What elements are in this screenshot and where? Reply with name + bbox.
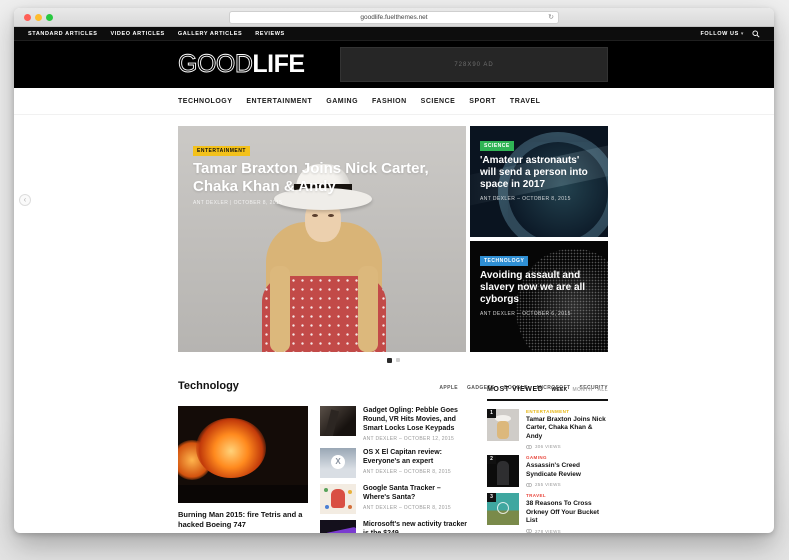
eye-icon: [526, 482, 532, 487]
minimize-window-button[interactable]: [35, 14, 42, 21]
logo-bold-part: LIFE: [252, 50, 305, 78]
browser-titlebar: goodlife.fuelthemes.net ↻: [14, 8, 774, 27]
article-thumbnail: [320, 406, 356, 436]
article-title[interactable]: Avoiding assault and slavery now we are …: [480, 270, 598, 306]
nav-entertainment[interactable]: ENTERTAINMENT: [246, 98, 312, 105]
article-title[interactable]: 'Amateur astronauts' will send a person …: [480, 155, 598, 191]
article-title[interactable]: OS X El Capitan review: Everyone's an ex…: [363, 448, 467, 466]
article-meta: ANT DEXLER – OCTOBER 8, 2015: [363, 505, 451, 512]
category-label[interactable]: ENTERTAINMENT: [526, 409, 608, 414]
tab-all[interactable]: ALL: [597, 387, 608, 393]
most-viewed-item[interactable]: 1 ENTERTAINMENT Tamar Braxton Joins Nick…: [487, 409, 608, 449]
nav-travel[interactable]: TRAVEL: [510, 98, 540, 105]
most-viewed-header: MOST VIEWED WEEK MONTH ALL: [487, 386, 608, 401]
ad-banner[interactable]: 728X90 AD: [340, 47, 608, 82]
article-meta: ANT DEXLER – OCTOBER 12, 2015: [363, 436, 455, 443]
article-title[interactable]: Google Santa Tracker – Where's Santa?: [363, 484, 467, 502]
feature-photo: [178, 406, 308, 503]
technology-article-list: Gadget Ogling: Pebble Goes Round, VR Hit…: [320, 406, 467, 533]
article-thumbnail: X: [320, 448, 356, 479]
list-item[interactable]: Google Santa Tracker – Where's Santa? AN…: [320, 484, 467, 515]
nav-gaming[interactable]: GAMING: [326, 98, 358, 105]
utilnav-gallery-articles[interactable]: GALLERY ARTICLES: [178, 31, 242, 37]
filter-apple[interactable]: APPLE: [439, 385, 458, 391]
list-item[interactable]: Microsoft's new activity tracker is the …: [320, 520, 467, 533]
views-count: 306 VIEWS: [526, 444, 608, 449]
address-bar[interactable]: goodlife.fuelthemes.net ↻: [229, 11, 559, 24]
zoom-window-button[interactable]: [46, 14, 53, 21]
close-window-button[interactable]: [24, 14, 31, 21]
url-text: goodlife.fuelthemes.net: [360, 14, 428, 21]
most-viewed-item[interactable]: 2 GAMING Assassin's Creed Syndicate Revi…: [487, 455, 608, 488]
site-header: GOODLIFE 728X90 AD: [14, 41, 774, 88]
article-thumbnail: [320, 484, 356, 515]
chevron-down-icon: ▾: [740, 30, 744, 37]
nav-sport[interactable]: SPORT: [469, 98, 496, 105]
article-title[interactable]: Burning Man 2015: fire Tetris and a hack…: [178, 510, 308, 530]
slider-dot[interactable]: [395, 358, 400, 362]
article-meta: ANT DEXLER – OCTOBER 8, 2015: [480, 196, 571, 202]
category-badge[interactable]: TECHNOLOGY: [480, 256, 529, 266]
browser-window: goodlife.fuelthemes.net ↻ STANDARD ARTIC…: [14, 8, 774, 533]
follow-us-menu[interactable]: FOLLOW US ▾: [700, 31, 744, 37]
site-logo[interactable]: GOODLIFE: [178, 50, 306, 78]
utilnav-video-articles[interactable]: VIDEO ARTICLES: [110, 31, 164, 37]
article-meta: ANT DEXLER | OCTOBER 8, 2015: [193, 200, 283, 207]
window-controls: [24, 14, 53, 21]
most-viewed-item[interactable]: 3 TRAVEL 38 Reasons To Cross Orkney Off …: [487, 493, 608, 533]
most-viewed-widget: MOST VIEWED WEEK MONTH ALL 1 ENTERTAINME…: [487, 386, 608, 533]
eye-icon: [526, 529, 532, 533]
category-badge[interactable]: ENTERTAINMENT: [193, 146, 250, 156]
article-title[interactable]: Assassin's Creed Syndicate Review: [526, 462, 608, 479]
article-thumbnail: 3: [487, 493, 519, 526]
reload-icon[interactable]: ↻: [548, 12, 554, 23]
nav-technology[interactable]: TECHNOLOGY: [178, 98, 232, 105]
most-viewed-tabs: WEEK MONTH ALL: [551, 387, 608, 393]
nav-fashion[interactable]: FASHION: [372, 98, 407, 105]
ad-placeholder-label: 728X90 AD: [454, 61, 494, 68]
article-meta: ANT DEXLER – OCTOBER 8, 2015: [363, 469, 451, 476]
views-count: 255 VIEWS: [526, 482, 608, 487]
widget-title: MOST VIEWED: [487, 386, 544, 393]
eye-icon: [526, 444, 532, 449]
utilnav-standard-articles[interactable]: STANDARD ARTICLES: [28, 31, 97, 37]
slider-dot-active[interactable]: [386, 357, 392, 363]
main-nav: TECHNOLOGY ENTERTAINMENT GAMING FASHION …: [14, 88, 774, 115]
views-count: 278 VIEWS: [526, 529, 608, 533]
category-label[interactable]: TRAVEL: [526, 493, 608, 498]
nav-science[interactable]: SCIENCE: [421, 98, 456, 105]
hero-technology-article[interactable]: TECHNOLOGY Avoiding assault and slavery …: [470, 241, 608, 352]
article-thumbnail: 1: [487, 409, 519, 441]
slider-pagination: [178, 357, 608, 363]
article-thumbnail: [320, 520, 356, 533]
logo-thin-part: GOOD: [178, 50, 254, 78]
tab-month[interactable]: MONTH: [573, 387, 593, 393]
section-title: Technology: [178, 380, 239, 392]
article-title[interactable]: Gadget Ogling: Pebble Goes Round, VR Hit…: [363, 406, 467, 433]
list-item[interactable]: X OS X El Capitan review: Everyone's an …: [320, 448, 467, 479]
utility-nav: STANDARD ARTICLES VIDEO ARTICLES GALLERY…: [14, 27, 774, 41]
hero-science-article[interactable]: SCIENCE 'Amateur astronauts' will send a…: [470, 126, 608, 237]
article-title[interactable]: Microsoft's new activity tracker is the …: [363, 520, 467, 533]
rank-badge: 1: [487, 409, 496, 418]
list-item[interactable]: Gadget Ogling: Pebble Goes Round, VR Hit…: [320, 406, 467, 442]
article-title[interactable]: 38 Reasons To Cross Orkney Off Your Buck…: [526, 500, 608, 525]
article-title[interactable]: Tamar Braxton Joins Nick Carter, Chaka K…: [526, 416, 608, 441]
rank-badge: 3: [487, 493, 496, 503]
category-badge[interactable]: SCIENCE: [480, 141, 514, 151]
article-meta: ANT DEXLER – OCTOBER 6, 2015: [480, 311, 571, 317]
article-title[interactable]: Tamar Braxton Joins Nick Carter, Chaka K…: [193, 160, 445, 195]
technology-feature-article[interactable]: Burning Man 2015: fire Tetris and a hack…: [178, 406, 308, 530]
search-icon[interactable]: [752, 29, 760, 38]
hero-slider: ENTERTAINMENT Tamar Braxton Joins Nick C…: [178, 126, 608, 352]
article-thumbnail: 2: [487, 455, 519, 488]
rank-badge: 2: [487, 455, 496, 465]
tab-week[interactable]: WEEK: [551, 387, 567, 393]
slider-prev-button[interactable]: ‹: [19, 194, 31, 206]
utilnav-reviews[interactable]: REVIEWS: [255, 31, 285, 37]
hero-main-article[interactable]: ENTERTAINMENT Tamar Braxton Joins Nick C…: [178, 126, 466, 352]
category-label[interactable]: GAMING: [526, 455, 608, 460]
